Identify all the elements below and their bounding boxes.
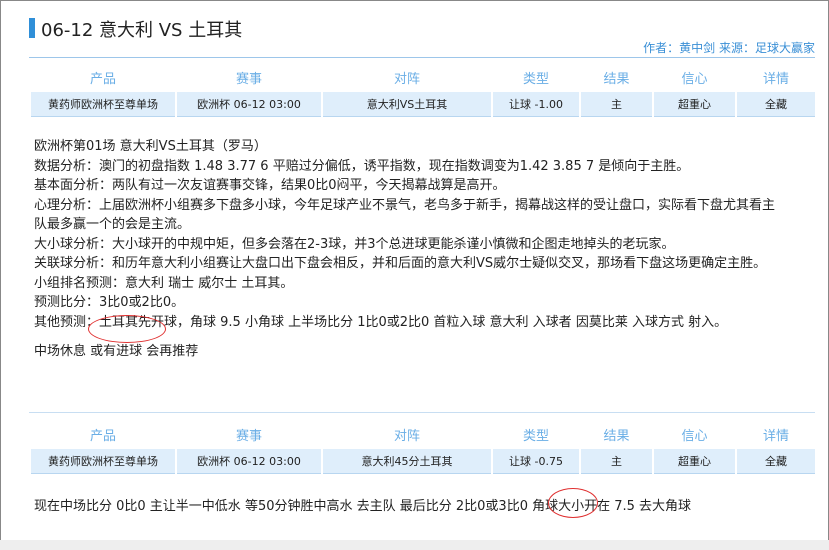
table-row[interactable]: 黄药师欧洲杯至尊单场 欧洲杯 06-12 03:00 意大利VS土耳其 让球 -… <box>31 92 815 117</box>
table-header-row: 产品 赛事 对阵 类型 结果 信心 详情 <box>31 62 815 92</box>
header-product: 产品 <box>89 71 116 87</box>
title-divider <box>29 57 815 58</box>
article-line: 小组排名预测：意大利 瑞士 威尔士 土耳其。 <box>34 275 294 291</box>
prediction-table-2: 产品 赛事 对阵 类型 结果 信心 详情 黄药师欧洲杯至尊单场 欧洲杯 06-1… <box>29 419 817 474</box>
header-match-event: 赛事 <box>235 428 262 444</box>
article-line: 关联球分析：和历年意大利小组赛让大盘口出下盘会相反，并和后面的意大利VS威尔士疑… <box>34 256 767 271</box>
header-result: 结果 <box>603 428 630 444</box>
header-confidence: 信心 <box>681 428 708 444</box>
cell-match-event: 欧洲杯 06-12 03:00 <box>177 449 321 474</box>
source-label: 来源： <box>718 41 755 55</box>
page-title: 06-12 意大利 VS 土耳其 <box>41 20 243 41</box>
table-header-row: 产品 赛事 对阵 类型 结果 信心 详情 <box>31 419 815 449</box>
header-type: 类型 <box>522 71 549 87</box>
predicted-score-line: 预测比分：3比0或2比0。 <box>34 295 185 310</box>
cell-type: 让球 -1.00 <box>493 92 579 117</box>
cell-details[interactable]: 全藏 <box>737 92 815 117</box>
section-divider <box>29 412 815 413</box>
header-details: 详情 <box>762 428 789 444</box>
title-accent-bar <box>29 18 35 38</box>
header-matchup: 对阵 <box>393 71 420 87</box>
score-highlight-circle <box>88 315 166 343</box>
cell-matchup: 意大利45分土耳其 <box>323 449 491 474</box>
cell-result: 主 <box>581 449 652 474</box>
author-name[interactable]: 黄中剑 <box>679 41 715 55</box>
halftime-note: 中场休息 或有进球 会再推荐 <box>34 344 199 359</box>
cell-details[interactable]: 全藏 <box>737 449 815 474</box>
cell-product[interactable]: 黄药师欧洲杯至尊单场 <box>31 449 175 474</box>
cell-result: 主 <box>581 92 652 117</box>
cell-match-event: 欧洲杯 06-12 03:00 <box>177 92 321 117</box>
bottom-strip <box>0 540 829 550</box>
header-confidence: 信心 <box>681 71 708 87</box>
author-label: 作者： <box>643 41 680 55</box>
header-match-event: 赛事 <box>235 71 262 87</box>
cell-confidence: 超重心 <box>654 92 735 117</box>
header-type: 类型 <box>522 428 549 444</box>
header-result: 结果 <box>603 71 630 87</box>
header-matchup: 对阵 <box>393 428 420 444</box>
cell-product[interactable]: 黄药师欧洲杯至尊单场 <box>31 92 175 117</box>
header-product: 产品 <box>89 428 116 444</box>
source-name[interactable]: 足球大赢家 <box>755 41 815 55</box>
prediction-table-1: 产品 赛事 对阵 类型 结果 信心 详情 黄药师欧洲杯至尊单场 欧洲杯 06-1… <box>29 62 817 117</box>
header-details: 详情 <box>762 71 789 87</box>
cell-matchup: 意大利VS土耳其 <box>323 92 491 117</box>
article-line: 数据分析：澳门的初盘指数 1.48 3.77 6 平赔过分偏低，诱平指数，现在指… <box>34 158 690 174</box>
table-row[interactable]: 黄药师欧洲杯至尊单场 欧洲杯 06-12 03:00 意大利45分土耳其 让球 … <box>31 449 815 474</box>
final-score-highlight-circle <box>548 488 598 518</box>
cell-type: 让球 -0.75 <box>493 449 579 474</box>
cell-confidence: 超重心 <box>654 449 735 474</box>
article-line: 心理分析：上届欧洲杯小组赛多下盘多小球，今年足球产业不景气，老鸟多于新手，揭幕战… <box>34 197 776 233</box>
article-line: 欧洲杯第01场 意大利VS土耳其（罗马） <box>34 139 267 154</box>
article-line: 基本面分析：两队有过一次友谊赛事交锋，结果0比0闷平，今天揭幕战算是高开。 <box>34 178 506 193</box>
author-line: 作者：黄中剑 来源：足球大赢家 <box>643 39 815 56</box>
article-line: 大小球分析：大小球开的中规中矩，但多会落在2-3球，并3个总进球更能杀谨小慎微和… <box>34 236 675 252</box>
